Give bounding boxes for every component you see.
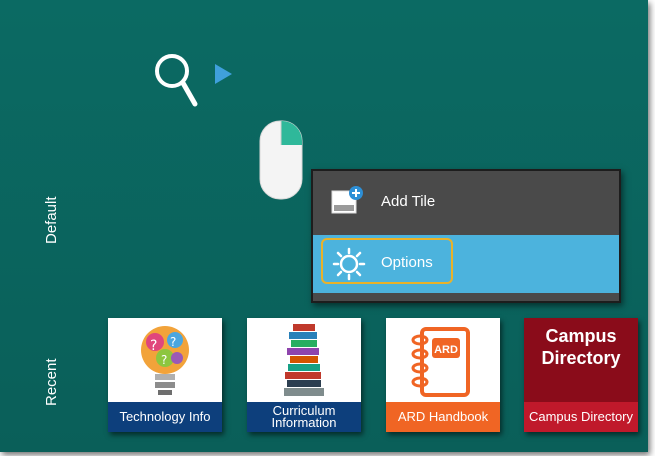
tile-caption: Technology Info xyxy=(108,402,222,432)
campus-directory-title: Campus Directory xyxy=(541,326,621,368)
add-tile-icon xyxy=(331,186,363,214)
desktop-background: Default Recent Add Tile Options ? ? ? Te… xyxy=(0,0,648,452)
tile-caption: Curriculum Information xyxy=(247,402,361,432)
notebook-label: ARD xyxy=(434,344,458,356)
tile-campus-directory[interactable]: Campus Directory Campus Directory xyxy=(524,318,638,432)
tile-technology-info[interactable]: ? ? ? Technology Info xyxy=(108,318,222,432)
notebook-icon: ARD xyxy=(411,327,470,397)
svg-text:?: ? xyxy=(170,335,176,349)
add-tile-label: Add Tile xyxy=(381,193,436,210)
section-label-recent: Recent xyxy=(43,358,60,406)
svg-text:?: ? xyxy=(161,353,167,367)
tile-curriculum-information[interactable]: Curriculum Information xyxy=(247,318,361,432)
tile-caption: Campus Directory xyxy=(524,402,638,432)
menu-item-add-tile[interactable]: Add Tile xyxy=(313,171,619,233)
context-menu: Add Tile Options xyxy=(311,169,621,303)
mouse-right-click-icon xyxy=(259,120,303,200)
tile-ard-handbook[interactable]: ARD ARD Handbook xyxy=(386,318,500,432)
search-icon[interactable] xyxy=(152,51,202,109)
gear-icon xyxy=(332,247,366,281)
menu-item-options[interactable]: Options xyxy=(313,235,619,293)
books-stack-icon xyxy=(284,324,324,396)
options-label: Options xyxy=(381,254,433,271)
tile-caption: ARD Handbook xyxy=(386,402,500,432)
section-label-default: Default xyxy=(43,196,60,244)
play-arrow-icon[interactable] xyxy=(213,63,233,85)
lightbulb-question-icon: ? ? ? xyxy=(141,326,189,395)
svg-text:?: ? xyxy=(150,338,157,354)
